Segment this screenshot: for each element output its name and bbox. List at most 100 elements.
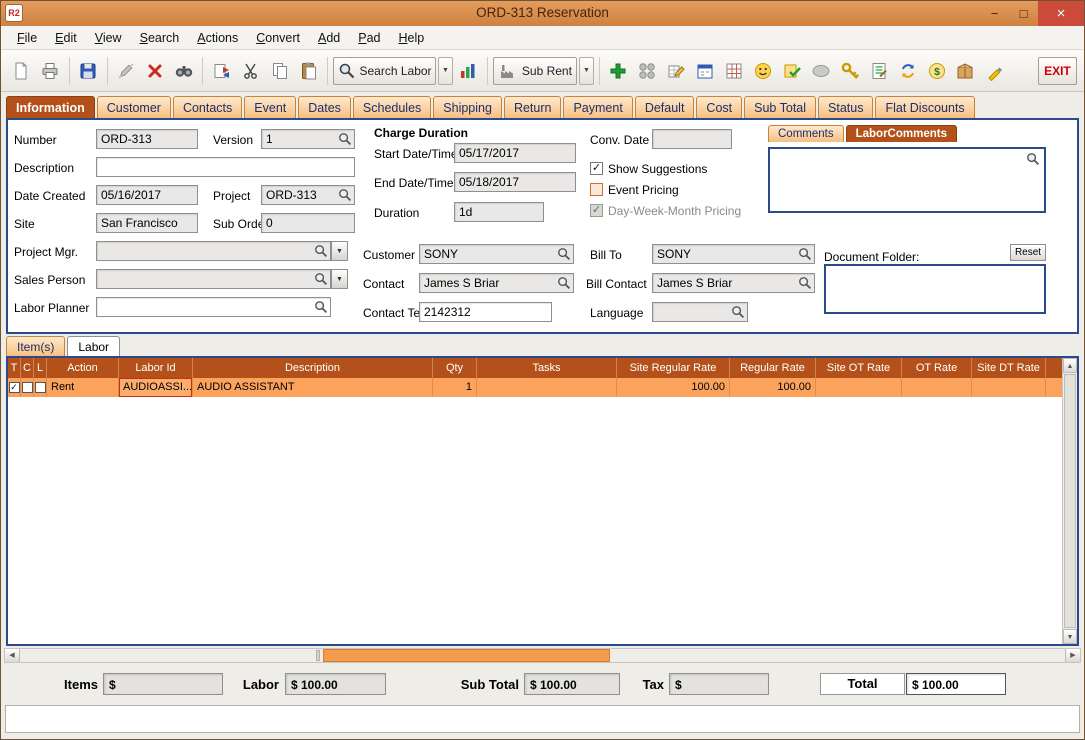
convert-button[interactable] [208,56,235,86]
currency-button[interactable]: $ [923,56,950,86]
search-icon[interactable] [314,272,328,286]
duration-field[interactable]: 1d [454,202,544,222]
start-datetime-field[interactable]: 05/17/2017 [454,143,576,163]
search-icon[interactable] [557,247,571,261]
tab-schedules[interactable]: Schedules [353,96,431,118]
search-icon[interactable] [557,276,571,290]
search-labor-dropdown-button[interactable]: ▼ [438,57,453,85]
search-labor-button[interactable]: Search Labor [333,57,436,85]
cell-tasks[interactable] [477,378,617,397]
sales-person-field[interactable] [96,269,331,289]
cell-description[interactable]: AUDIO ASSISTANT [193,378,433,397]
tab-cost[interactable]: Cost [696,96,742,118]
contact-tel-field[interactable]: 2142312 [419,302,552,322]
sub-rent-dropdown-button[interactable]: ▼ [579,57,594,85]
delete-button[interactable] [142,56,169,86]
search-icon[interactable] [338,188,352,202]
reset-button[interactable]: Reset [1010,244,1046,261]
add-button[interactable] [605,56,632,86]
column-header-tasks[interactable]: Tasks [477,358,617,378]
checkbox-event-pricing[interactable]: Event Pricing [590,182,679,197]
row-checkbox-l[interactable] [35,382,46,393]
menu-pad[interactable]: Pad [349,28,389,48]
column-header-regular-rate[interactable]: Regular Rate [730,358,816,378]
search-icon[interactable] [1026,152,1040,166]
menu-convert[interactable]: Convert [247,28,309,48]
column-header-t[interactable]: T [8,358,21,378]
paste-button[interactable] [295,56,322,86]
sub-rent-button[interactable]: Sub Rent [493,57,577,85]
search-icon[interactable] [314,300,328,314]
column-header-site-dt-rate[interactable]: Site DT Rate [972,358,1046,378]
cut-button[interactable] [237,56,264,86]
project-mgr-field[interactable] [96,241,331,261]
options-button[interactable] [455,56,482,86]
tab-return[interactable]: Return [504,96,562,118]
menu-help[interactable]: Help [390,28,434,48]
description-field[interactable] [96,157,355,177]
table-row[interactable]: ✓RentAUDIOASSI...AUDIO ASSISTANT1100.001… [8,378,1077,397]
exit-button[interactable]: EXIT [1038,57,1077,85]
column-header-labor-id[interactable]: Labor Id [119,358,193,378]
column-header-site-regular-rate[interactable]: Site Regular Rate [617,358,730,378]
column-header-description[interactable]: Description [193,358,433,378]
menu-file[interactable]: File [8,28,46,48]
cell-qty[interactable]: 1 [433,378,477,397]
tab-sub-total[interactable]: Sub Total [744,96,816,118]
smiley-button[interactable] [750,56,777,86]
horizontal-scrollbar[interactable]: ◀ ▶ [4,648,1081,663]
checkbox-box[interactable] [590,183,603,196]
package-button[interactable] [952,56,979,86]
scroll-left-arrow[interactable]: ◀ [5,649,20,662]
checklist-button[interactable] [865,56,892,86]
tab-payment[interactable]: Payment [563,96,632,118]
bill-to-field[interactable]: SONY [652,244,815,264]
sync-button[interactable] [894,56,921,86]
menu-view[interactable]: View [86,28,131,48]
bill-contact-field[interactable]: James S Briar [652,273,815,293]
tab-customer[interactable]: Customer [97,96,171,118]
tab-default[interactable]: Default [635,96,695,118]
tab-event[interactable]: Event [244,96,296,118]
vertical-scroll-thumb[interactable] [1064,374,1076,628]
search-icon[interactable] [798,276,812,290]
row-checkbox-t[interactable]: ✓ [9,382,20,393]
date-created-field[interactable]: 05/16/2017 [96,185,198,205]
search-icon[interactable] [338,132,352,146]
menu-search[interactable]: Search [131,28,189,48]
tab-dates[interactable]: Dates [298,96,351,118]
tab-shipping[interactable]: Shipping [433,96,502,118]
disabled-button[interactable] [807,56,834,86]
column-header-site-ot-rate[interactable]: Site OT Rate [816,358,902,378]
end-datetime-field[interactable]: 05/18/2017 [454,172,576,192]
contact-field[interactable]: James S Briar [419,273,574,293]
project-field[interactable]: ORD-313 [261,185,355,205]
tab-flat-discounts[interactable]: Flat Discounts [875,96,974,118]
cell-site-dt-rate[interactable] [972,378,1046,397]
schedule-button[interactable] [692,56,719,86]
column-header-action[interactable]: Action [47,358,119,378]
search-icon[interactable] [314,244,328,258]
pane-splitter[interactable] [316,650,320,661]
close-button[interactable]: × [1038,0,1084,26]
checkbox-show-suggestions[interactable]: ✓Show Suggestions [590,161,707,176]
site-field[interactable]: San Francisco [96,213,198,233]
menu-edit[interactable]: Edit [46,28,86,48]
security-button[interactable] [836,56,863,86]
sub-orders-field[interactable]: 0 [261,213,355,233]
minimize-button[interactable]: − [980,0,1009,26]
cell-site-regular-rate[interactable]: 100.00 [617,378,730,397]
language-field[interactable] [652,302,748,322]
cell-action[interactable]: Rent [47,378,119,397]
horizontal-scroll-thumb[interactable] [323,649,610,662]
cell-ot-rate[interactable] [902,378,972,397]
search-icon[interactable] [731,305,745,319]
tab-comments[interactable]: Comments [768,125,844,142]
save-button[interactable] [75,56,102,86]
column-header-ot-rate[interactable]: OT Rate [902,358,972,378]
checkbox-box[interactable]: ✓ [590,162,603,175]
copy-button[interactable] [266,56,293,86]
site-button[interactable] [721,56,748,86]
search-icon[interactable] [798,247,812,261]
sales-person-dropdown[interactable]: ▼ [331,269,348,289]
